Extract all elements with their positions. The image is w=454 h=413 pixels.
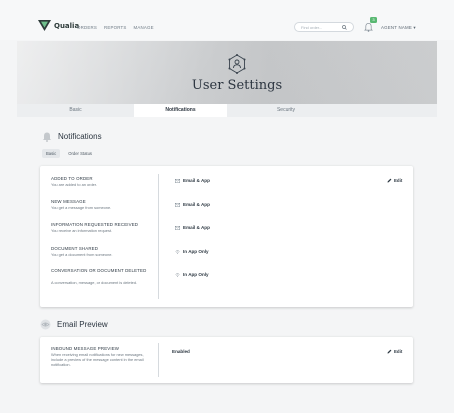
nav-manage-link[interactable]: MANAGE — [134, 25, 154, 30]
row-inbound-preview-name: INBOUND MESSAGE PREVIEW — [51, 346, 120, 351]
agent-menu[interactable]: AGENT NAME ▾ — [381, 25, 416, 31]
settings-hero-banner: User Settings — [17, 41, 437, 104]
email-preview-title: Email Preview — [57, 320, 108, 329]
row-new-message-value-label: Email & App — [183, 202, 210, 207]
row-info-requested-value-label: Email & App — [183, 225, 210, 230]
card-divider — [158, 343, 159, 377]
pencil-icon — [387, 178, 392, 183]
qualia-logo-icon — [38, 20, 51, 31]
pencil-icon — [387, 349, 392, 354]
row-info-requested-desc: You receive an information request. — [51, 228, 113, 233]
edit-notifications-button[interactable]: Edit — [387, 178, 402, 183]
row-document-shared-desc: You get a document from someone. — [51, 252, 113, 257]
bell-icon — [42, 132, 52, 142]
nav-orders-link[interactable]: ORDERS — [77, 25, 97, 30]
top-nav: Qualia ORDERS REPORTS MANAGE Find order.… — [0, 0, 454, 40]
envelope-icon — [175, 178, 180, 183]
search-icon[interactable] — [342, 25, 347, 30]
chevron-down-icon: ▾ — [413, 25, 416, 30]
row-inbound-preview-desc: When receiving email notifications for n… — [51, 352, 144, 367]
notifications-heading: Notifications — [42, 131, 102, 142]
row-new-message-desc: You get a message from someone. — [51, 205, 112, 210]
search-placeholder: Find order... — [301, 25, 323, 31]
row-inbound-preview-value-label: Enabled — [172, 349, 190, 354]
brand-logo[interactable]: Qualia — [38, 20, 79, 31]
row-info-requested-name: INFORMATION REQUESTED RECEIVED — [51, 222, 139, 227]
edit-label: Edit — [394, 178, 403, 183]
wifi-icon — [175, 272, 180, 277]
row-document-shared-value: In App Only — [175, 249, 209, 254]
row-document-shared-name: DOCUMENT SHARED — [51, 246, 99, 251]
notification-bell-icon[interactable] — [364, 22, 373, 32]
row-added-to-order-value: Email & App — [175, 178, 210, 183]
eye-icon — [40, 319, 51, 330]
row-added-to-order-desc: You are added to an order. — [51, 182, 97, 187]
email-preview-card: INBOUND MESSAGE PREVIEW When receiving e… — [40, 337, 413, 383]
notifications-title: Notifications — [58, 132, 102, 141]
wifi-icon — [175, 249, 180, 254]
nav-reports-link[interactable]: REPORTS — [104, 25, 127, 30]
tab-notifications[interactable]: Notifications — [134, 104, 227, 117]
notification-subtabs: Basic Order Status — [42, 149, 96, 158]
envelope-icon — [175, 202, 180, 207]
row-document-shared-value-label: In App Only — [183, 249, 209, 254]
row-conversation-deleted-desc: A conversation, message, or document is … — [51, 280, 138, 285]
row-inbound-preview-value: Enabled — [172, 349, 190, 354]
row-added-to-order-name: ADDED TO ORDER — [51, 176, 93, 181]
subtab-basic[interactable]: Basic — [42, 149, 61, 158]
row-new-message-value: Email & App — [175, 202, 210, 207]
row-info-requested-value: Email & App — [175, 225, 210, 230]
row-conversation-deleted-value: In App Only — [175, 272, 209, 277]
email-preview-heading: Email Preview — [40, 319, 108, 330]
search-input[interactable]: Find order... — [294, 22, 354, 32]
row-added-to-order-value-label: Email & App — [183, 178, 210, 183]
subtab-order-status[interactable]: Order Status — [64, 149, 96, 158]
edit-label: Edit — [394, 349, 403, 354]
page-title: User Settings — [191, 78, 283, 93]
card-divider — [158, 174, 159, 299]
envelope-icon — [175, 225, 180, 230]
tab-security[interactable]: Security — [227, 104, 345, 117]
row-conversation-deleted-value-label: In App Only — [183, 272, 209, 277]
edit-email-preview-button[interactable]: Edit — [387, 349, 402, 354]
tab-basic[interactable]: Basic — [17, 104, 134, 117]
settings-tab-bar: Basic Notifications Security — [17, 104, 437, 117]
settings-network-icon — [228, 54, 246, 74]
agent-name: AGENT NAME — [381, 25, 412, 30]
row-new-message-name: NEW MESSAGE — [51, 199, 86, 204]
brand-name: Qualia — [54, 21, 80, 30]
row-conversation-deleted-name: CONVERSATION OR DOCUMENT DELETED — [51, 268, 147, 273]
notification-count-badge: 3 — [370, 17, 377, 23]
notifications-card: ADDED TO ORDER You are added to an order… — [40, 166, 413, 307]
